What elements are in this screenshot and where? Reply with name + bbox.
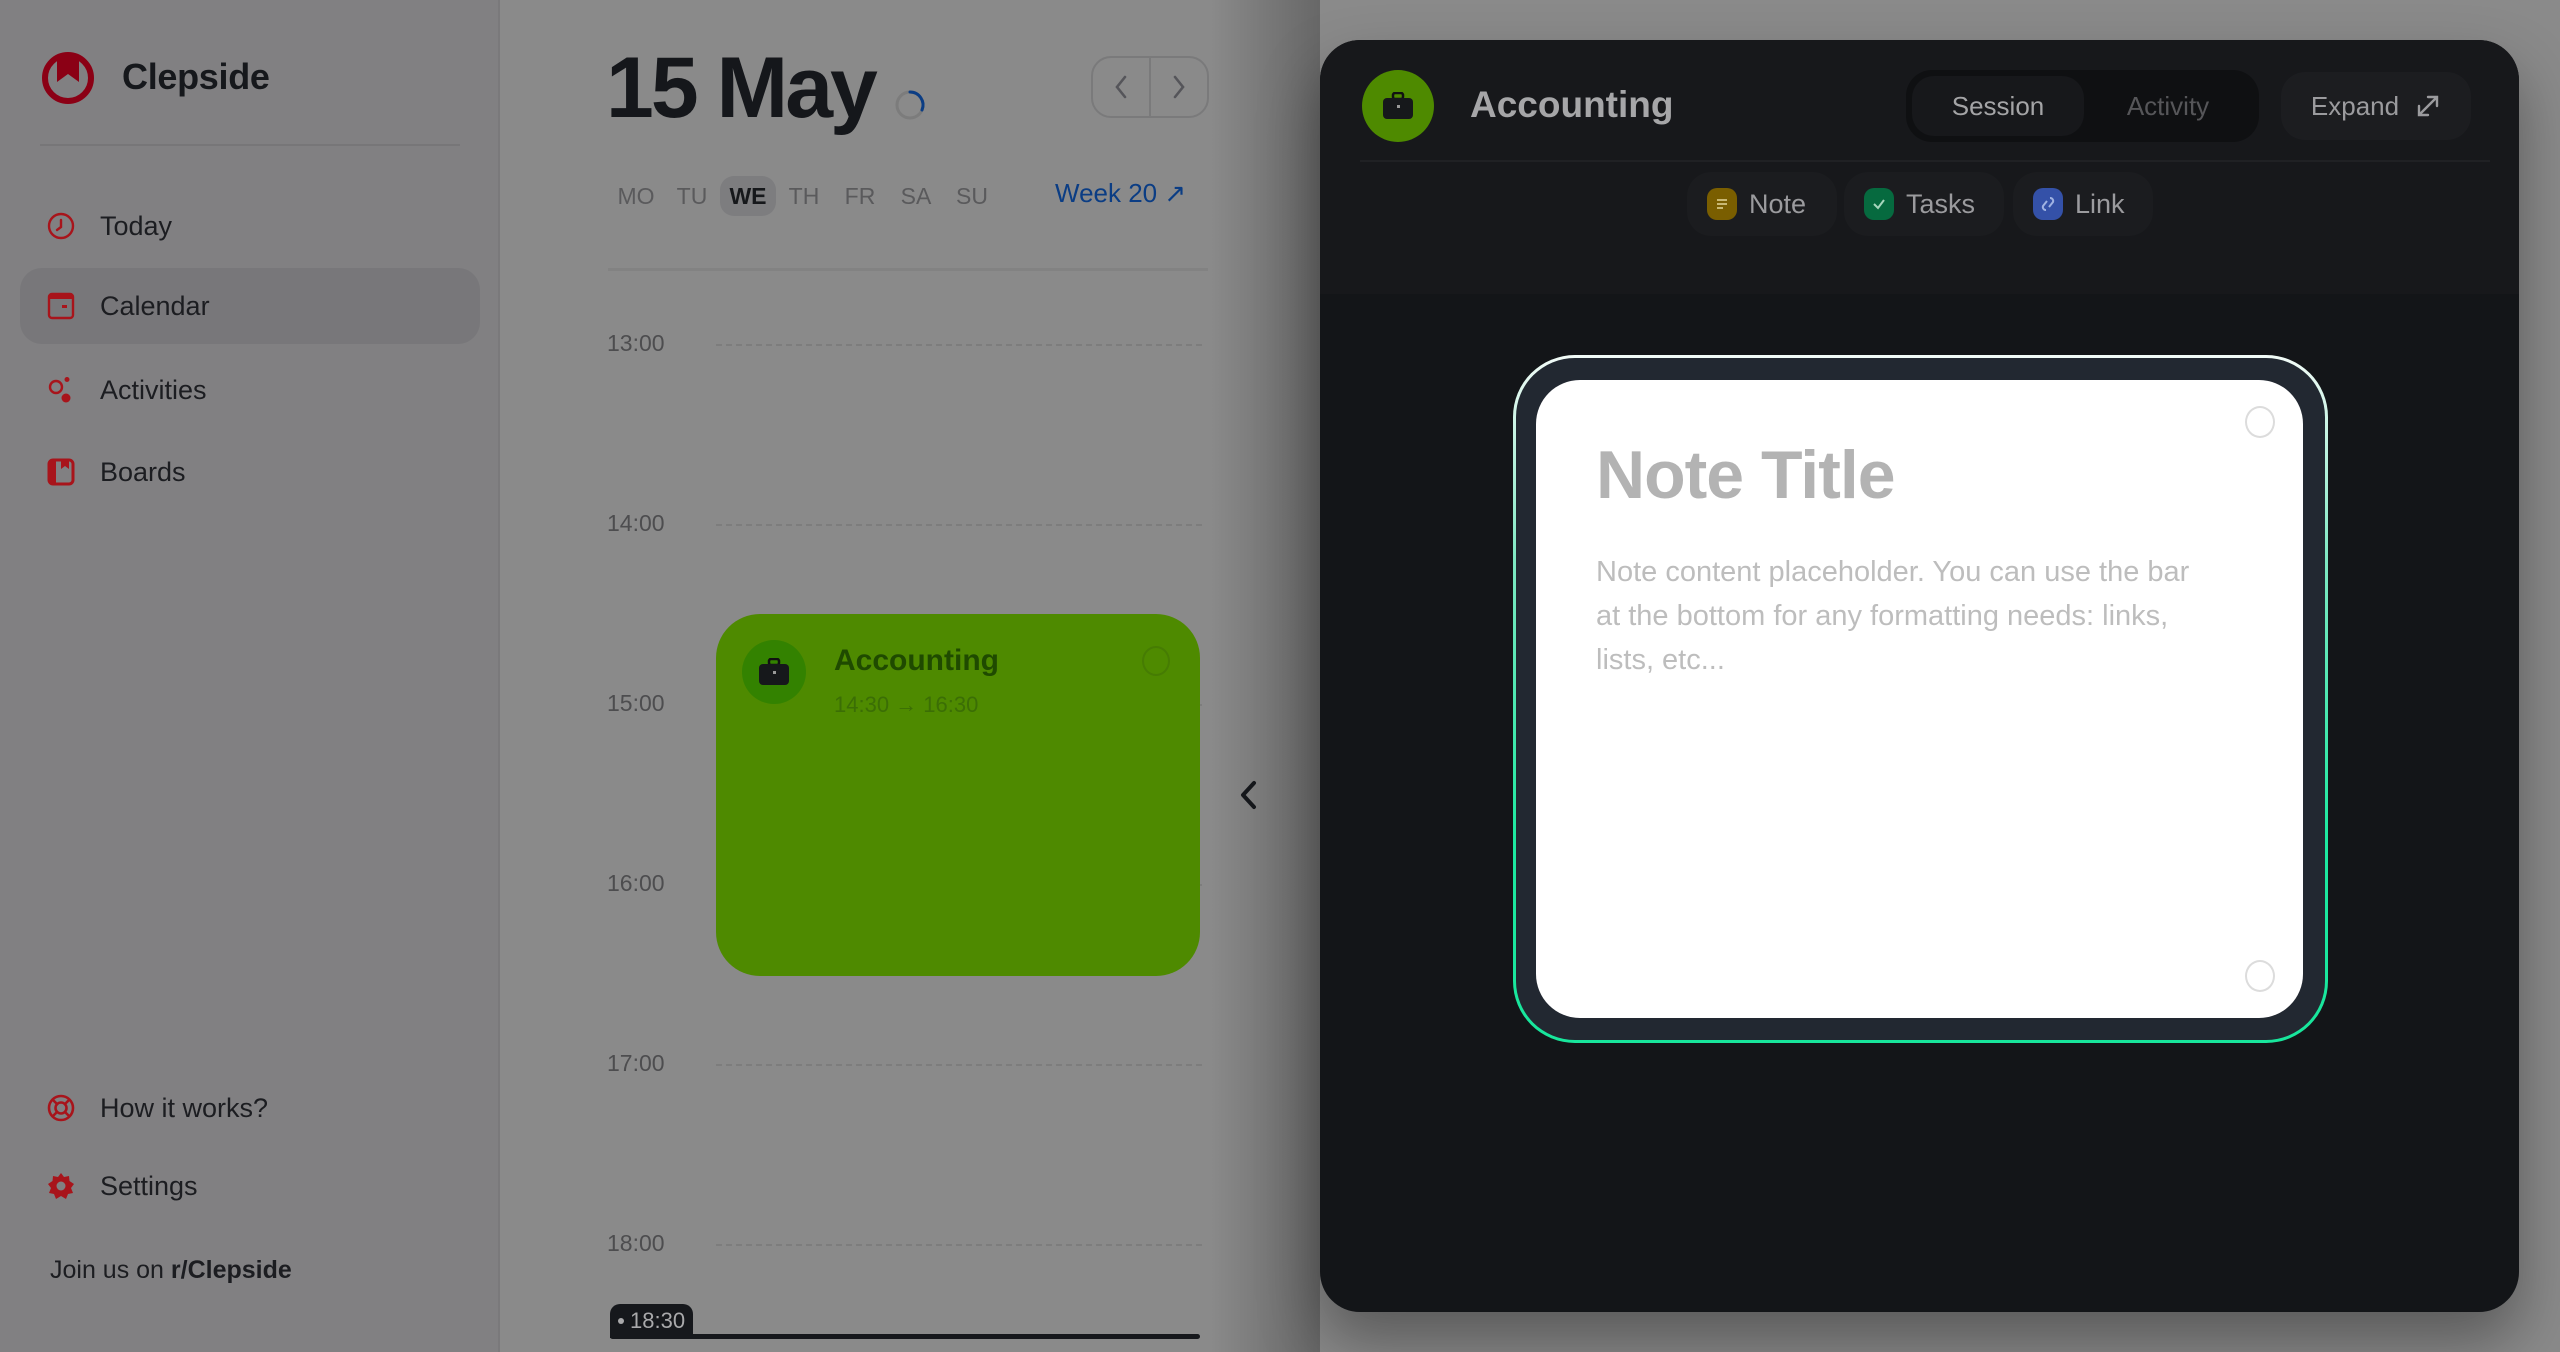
collapse-panel-chevron-icon[interactable] <box>1236 778 1262 812</box>
current-time-line <box>610 1334 1200 1339</box>
calendar-header-divider <box>608 268 1208 271</box>
calendar-date-title: 15 May <box>606 40 878 136</box>
hour-gridline <box>716 524 1202 526</box>
sidebar-item-label: Today <box>100 210 173 241</box>
previous-day-button[interactable] <box>1093 58 1149 116</box>
join-link[interactable]: r/Clepside <box>171 1256 292 1284</box>
activities-icon <box>46 375 76 405</box>
tab-activity[interactable]: Activity <box>2084 76 2252 136</box>
header-divider <box>1360 160 2490 162</box>
clepside-logo-icon[interactable] <box>40 50 96 106</box>
lifebuoy-icon <box>46 1093 76 1123</box>
weekday-mo[interactable]: MO <box>608 176 664 216</box>
calendar-icon <box>46 291 76 321</box>
sidebar-item-label: Calendar <box>100 290 210 321</box>
hour-label: 15:00 <box>607 690 665 716</box>
date-navigation <box>1091 56 1209 118</box>
current-time-dot <box>618 1318 624 1324</box>
calendar-event[interactable]: Accounting 14:30 → 16:30 <box>716 614 1200 976</box>
sidebar-item-how-it-works[interactable]: How it works? <box>20 1070 480 1146</box>
pill-label: Tasks <box>1906 188 1976 219</box>
event-time: 14:30 → 16:30 <box>834 692 979 717</box>
link-icon <box>2033 188 2063 220</box>
hour-label: 17:00 <box>607 1050 665 1076</box>
expand-button[interactable]: Expand <box>2281 72 2471 140</box>
brand-name: Clepside <box>122 56 270 97</box>
hour-label: 14:00 <box>607 510 665 536</box>
chevron-left-icon <box>1115 75 1127 99</box>
note-title-input[interactable]: Note Title <box>1596 436 1896 514</box>
note-body-input[interactable]: Note content placeholder. You can use th… <box>1596 550 2196 682</box>
note-icon <box>1707 188 1737 220</box>
note-bottom-handle[interactable] <box>2245 960 2275 992</box>
clock-icon <box>46 211 76 241</box>
sidebar-item-label: How it works? <box>100 1092 269 1123</box>
add-note-button[interactable]: Note <box>1687 172 1837 236</box>
panel-title: Accounting <box>1470 84 1674 125</box>
next-day-button[interactable] <box>1149 58 1207 116</box>
hour-gridline <box>716 1064 1202 1066</box>
sidebar: Clepside Today Calendar Activities Board… <box>0 0 500 1352</box>
note-top-handle[interactable] <box>2245 406 2275 438</box>
sidebar-item-activities[interactable]: Activities <box>20 352 480 428</box>
current-time-badge: 18:30 <box>610 1304 694 1338</box>
sidebar-item-label: Boards <box>100 456 186 487</box>
weekday-tu[interactable]: TU <box>664 176 720 216</box>
week-link[interactable]: Week 20 ↗ <box>1055 178 1186 209</box>
note-frame: Note Title Note content placeholder. You… <box>1513 355 2328 1043</box>
weekday-we[interactable]: WE <box>720 176 776 216</box>
reddit-community-link[interactable]: Join us on r/Clepside <box>50 1256 292 1285</box>
view-toggle: Session Activity <box>1906 70 2259 142</box>
note-card[interactable]: Note Title Note content placeholder. You… <box>1536 380 2303 1018</box>
check-icon <box>1864 188 1894 220</box>
panel-overlay-shade <box>1210 0 1320 1352</box>
tab-session[interactable]: Session <box>1912 76 2084 136</box>
hour-label: 18:00 <box>607 1230 665 1256</box>
loading-spinner-icon <box>895 90 925 120</box>
boards-icon <box>46 457 76 487</box>
hour-label: 13:00 <box>607 330 665 356</box>
pill-label: Note <box>1749 188 1807 219</box>
weekday-fr[interactable]: FR <box>832 176 888 216</box>
current-time-label: 18:30 <box>630 1308 686 1333</box>
session-panel: Accounting Session Activity Expand Note … <box>1320 40 2519 1312</box>
sidebar-item-calendar[interactable]: Calendar <box>20 268 480 344</box>
briefcase-icon <box>1362 70 1434 142</box>
hour-label: 16:00 <box>607 870 665 896</box>
expand-label: Expand <box>2310 90 2400 121</box>
weekday-selector: MO TU WE TH FR SA SU <box>608 176 1000 216</box>
sidebar-item-boards[interactable]: Boards <box>20 434 480 510</box>
sidebar-divider <box>40 144 460 146</box>
weekday-th[interactable]: TH <box>776 176 832 216</box>
hour-gridline <box>716 1244 1202 1246</box>
event-complete-checkbox[interactable] <box>1142 646 1170 676</box>
add-link-button[interactable]: Link <box>2013 172 2153 236</box>
sidebar-item-settings[interactable]: Settings <box>20 1148 480 1224</box>
weekday-sa[interactable]: SA <box>888 176 944 216</box>
hour-gridline <box>716 344 1202 346</box>
gear-icon <box>46 1171 76 1201</box>
pill-label: Link <box>2075 188 2125 219</box>
sidebar-item-label: Settings <box>100 1170 198 1201</box>
add-tasks-button[interactable]: Tasks <box>1844 172 2004 236</box>
event-title: Accounting <box>834 644 999 677</box>
join-prefix: Join us on <box>50 1256 171 1284</box>
sidebar-item-today[interactable]: Today <box>20 188 480 264</box>
chevron-right-icon <box>1173 75 1185 99</box>
expand-icon <box>2417 95 2439 117</box>
briefcase-icon <box>742 640 806 704</box>
panel-header: Accounting Session Activity Expand Note … <box>1320 40 2519 294</box>
sidebar-item-label: Activities <box>100 374 207 405</box>
weekday-su[interactable]: SU <box>944 176 1000 216</box>
